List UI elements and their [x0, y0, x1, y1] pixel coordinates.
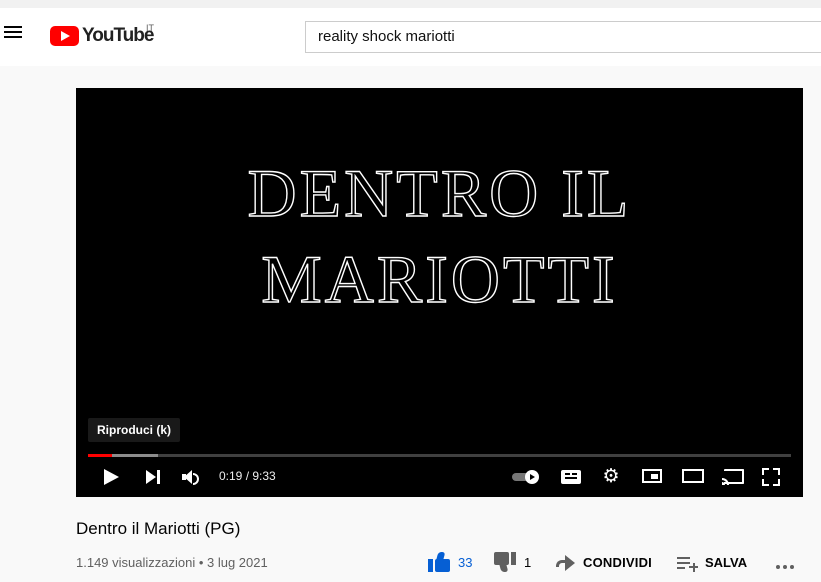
cast-icon[interactable]	[722, 469, 744, 485]
play-tooltip: Riproduci (k)	[88, 418, 180, 442]
time-display: 0:19 / 9:33	[219, 469, 276, 483]
video-frame-title-line2: MARIOTTI	[261, 240, 618, 317]
like-count: 33	[458, 554, 473, 570]
gear-icon[interactable]: ⚙	[602, 467, 620, 486]
progress-played	[88, 454, 112, 457]
video-player[interactable]: DENTRO IL MARIOTTI Riproduci (k) 0:19 / …	[76, 88, 803, 497]
dislike-button[interactable]: 1	[494, 552, 531, 572]
like-button[interactable]: 33	[428, 552, 472, 572]
video-frame-title-line1: DENTRO IL	[247, 154, 632, 231]
next-icon[interactable]	[146, 470, 162, 484]
video-meta: 1.149 visualizzazioni • 3 lug 2021	[76, 555, 268, 570]
thumbs-down-icon	[494, 552, 516, 572]
progress-bar[interactable]	[88, 454, 791, 457]
country-code: IT	[146, 23, 154, 33]
dislike-count: 1	[524, 554, 532, 570]
play-icon[interactable]	[104, 469, 119, 485]
theater-mode-icon[interactable]	[682, 469, 704, 483]
search-input[interactable]: reality shock mariotti	[305, 21, 821, 53]
fullscreen-icon[interactable]	[762, 468, 780, 486]
playlist-add-icon	[676, 552, 698, 572]
miniplayer-icon[interactable]	[642, 469, 662, 483]
save-button[interactable]: SALVA	[676, 552, 747, 572]
share-button[interactable]: CONDIVIDI	[554, 552, 652, 572]
logo-text: YouTube	[82, 25, 154, 46]
save-label: SALVA	[705, 554, 748, 570]
video-frame-title: DENTRO IL MARIOTTI	[76, 150, 803, 322]
share-icon	[554, 552, 576, 572]
autoplay-toggle[interactable]	[512, 470, 540, 484]
thumbs-up-icon	[428, 552, 450, 572]
subtitles-icon[interactable]	[561, 470, 581, 484]
menu-icon[interactable]	[4, 22, 24, 42]
share-label: CONDIVIDI	[583, 554, 652, 570]
top-bar: YouTube IT reality shock mariotti	[0, 0, 821, 66]
youtube-logo[interactable]: YouTube	[50, 24, 154, 48]
more-options-icon[interactable]	[774, 556, 796, 572]
video-title: Dentro il Mariotti (PG)	[76, 519, 241, 538]
youtube-play-icon	[50, 26, 79, 46]
